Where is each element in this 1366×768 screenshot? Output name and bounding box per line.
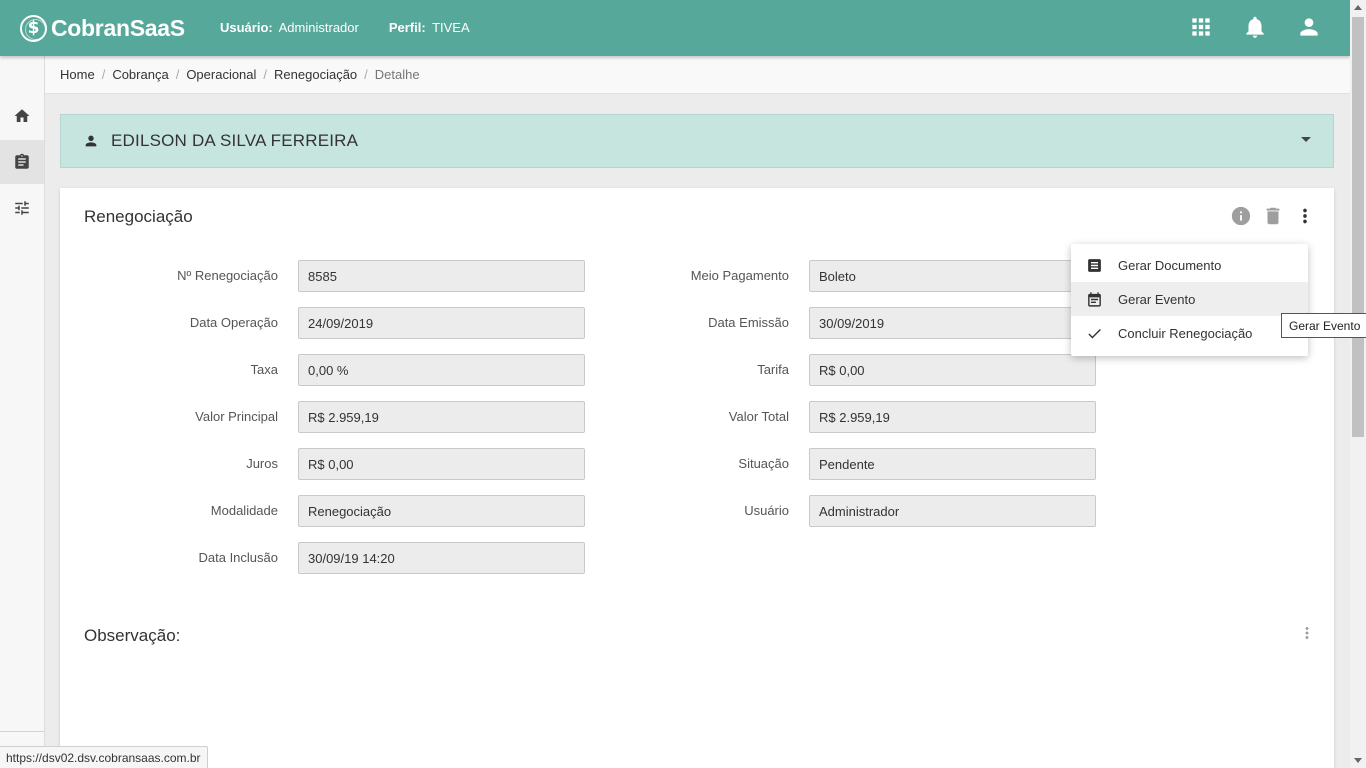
sidebar (0, 56, 45, 768)
breadcrumb-current: Detalhe (374, 67, 420, 82)
menu-item-gerar-evento[interactable]: Gerar Evento (1071, 282, 1308, 316)
document-icon (1088, 258, 1101, 272)
profile-field: Perfil: TIVEA (388, 20, 470, 35)
breadcrumb-renegociacao[interactable]: Renegociação (274, 67, 357, 82)
label-juros: Juros (246, 456, 278, 471)
top-bar: $ CobranSaaS Usuário: Administrador Perf… (0, 0, 1350, 56)
logo-text: CobranSaaS (51, 14, 185, 41)
input-situacao[interactable]: Pendente (809, 448, 1096, 480)
home-icon (14, 109, 30, 122)
tooltip: Gerar Evento (1281, 313, 1366, 338)
input-juros[interactable]: R$ 0,00 (298, 448, 585, 480)
sidebar-item-home[interactable] (0, 94, 44, 138)
clipboard-icon (15, 153, 29, 169)
sidebar-item-settings[interactable] (0, 186, 44, 230)
breadcrumb-operacional[interactable]: Operacional (186, 67, 256, 82)
input-meio-pagamento[interactable]: Boleto (809, 260, 1096, 292)
notifications-bell-icon[interactable] (1242, 14, 1268, 40)
input-numero-renegociacao[interactable]: 8585 (298, 260, 585, 292)
observation-more-vert-icon[interactable] (1298, 624, 1316, 642)
input-taxa[interactable]: 0,00 % (298, 354, 585, 386)
actions-menu: Gerar Documento Gerar Evento Concluir Re… (1071, 244, 1308, 356)
logo-coin-icon: $ (20, 14, 47, 42)
page-scrollbar[interactable] (1350, 0, 1366, 768)
delete-trash-icon[interactable] (1262, 205, 1284, 227)
breadcrumb-home[interactable]: Home (60, 67, 95, 82)
scroll-thumb[interactable] (1352, 17, 1364, 437)
menu-item-gerar-documento[interactable]: Gerar Documento (1071, 248, 1308, 282)
label-taxa: Taxa (250, 362, 278, 377)
scroll-up-arrow-icon[interactable] (1354, 5, 1362, 10)
expand-caret-icon[interactable] (1301, 137, 1311, 142)
breadcrumb-cobranca[interactable]: Cobrança (112, 67, 168, 82)
apps-grid-icon[interactable] (1188, 14, 1214, 40)
top-icons (1188, 14, 1322, 40)
label-tarifa: Tarifa (757, 362, 789, 377)
input-tarifa[interactable]: R$ 0,00 (809, 354, 1096, 386)
client-panel[interactable]: EDILSON DA SILVA FERREIRA (60, 114, 1334, 168)
scroll-down-arrow-icon[interactable] (1354, 758, 1362, 763)
client-name: EDILSON DA SILVA FERREIRA (111, 131, 359, 150)
input-data-operacao[interactable]: 24/09/2019 (298, 307, 585, 339)
tune-sliders-icon (15, 201, 29, 215)
user-info: Usuário: Administrador Perfil: TIVEA (220, 20, 470, 35)
input-valor-total[interactable]: R$ 2.959,19 (809, 401, 1096, 433)
input-valor-principal[interactable]: R$ 2.959,19 (298, 401, 585, 433)
label-usuario: Usuário (744, 503, 789, 518)
label-modalidade: Modalidade (210, 503, 278, 518)
user-field: Usuário: Administrador (220, 20, 359, 35)
sidebar-divider (0, 731, 44, 732)
sidebar-item-cobranca[interactable] (0, 140, 44, 184)
input-modalidade[interactable]: Renegociação (298, 495, 585, 527)
label-data-operacao: Data Operação (189, 315, 278, 330)
observation-title: Observação: (84, 626, 181, 645)
label-data-emissao: Data Emissão (708, 315, 789, 330)
check-icon (1088, 328, 1101, 338)
more-vert-icon[interactable] (1294, 205, 1316, 227)
card-title: Renegociação (84, 207, 193, 226)
label-data-inclusao: Data Inclusão (198, 550, 279, 565)
input-usuario[interactable]: Administrador (809, 495, 1096, 527)
person-icon (83, 133, 99, 149)
event-icon (1088, 291, 1101, 307)
label-meio-pagamento: Meio Pagamento (690, 268, 789, 283)
label-valor-total: Valor Total (728, 409, 789, 424)
menu-item-concluir-renegociacao[interactable]: Concluir Renegociação (1071, 316, 1308, 350)
card-actions (1230, 205, 1316, 227)
app-logo[interactable]: $ CobranSaaS (20, 12, 185, 44)
label-valor-principal: Valor Principal (195, 409, 278, 424)
label-numero-renegociacao: Nº Renegociação (177, 268, 278, 283)
info-icon[interactable] (1230, 205, 1252, 227)
breadcrumb: Home / Cobrança / Operacional / Renegoci… (45, 56, 1350, 94)
input-data-emissao[interactable]: 30/09/2019 (809, 307, 1096, 339)
label-situacao: Situação (738, 456, 789, 471)
input-data-inclusao[interactable]: 30/09/19 14:20 (298, 542, 585, 574)
status-url-bar: https://dsv02.dsv.cobransaas.com.br (0, 746, 208, 768)
user-account-icon[interactable] (1296, 14, 1322, 40)
